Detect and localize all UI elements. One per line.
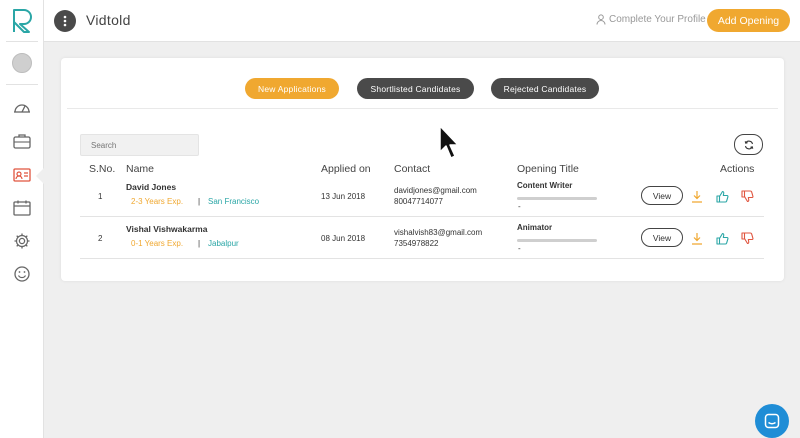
sidebar-divider [6,84,38,85]
contact-phone: 80047714077 [394,197,443,206]
experience: 0-1 Years Exp. [131,239,184,248]
menu-button[interactable] [54,10,76,32]
separator: | [198,197,201,206]
app-title: Vidtold [86,12,131,28]
score-value: - [518,244,521,253]
candidate-name[interactable]: Vishal Vishwakarma [126,224,207,234]
applications-card: New Applications Shortlisted Candidates … [61,58,784,281]
view-button[interactable]: View [641,228,683,247]
score-bar [517,239,597,242]
tab-shortlisted-candidates[interactable]: Shortlisted Candidates [357,78,474,99]
smiley-icon[interactable] [12,264,32,284]
score-bar [517,197,597,200]
sidebar [0,0,44,438]
id-card-icon[interactable] [12,165,32,185]
applied-date: 08 Jun 2018 [321,234,366,243]
download-icon[interactable] [690,189,704,203]
tab-rejected-candidates[interactable]: Rejected Candidates [491,78,599,99]
candidate-name[interactable]: David Jones [126,182,176,192]
thumbs-up-icon[interactable] [715,189,729,203]
applied-date: 13 Jun 2018 [321,192,366,201]
complete-profile-link[interactable]: Complete Your Profile [596,14,706,25]
search-input[interactable] [80,134,199,156]
opening-title: Animator [517,223,553,232]
view-button[interactable]: View [641,186,683,205]
row-sno: 2 [98,234,103,243]
header-applied-on: Applied on [321,163,371,175]
header-name: Name [126,163,155,175]
logo-icon[interactable] [11,8,33,34]
header-contact: Contact [394,163,431,175]
tabs-divider [67,108,778,109]
location: Jabalpur [208,239,239,248]
download-icon[interactable] [690,231,704,245]
opening-title: Content Writer [517,181,573,190]
experience: 2-3 Years Exp. [131,197,184,206]
contact-email: vishalvish83@gmail.com [394,228,483,237]
active-indicator [36,168,44,184]
header-sno: S.No. [89,163,116,175]
topbar: Vidtold Complete Your Profile Add Openin… [44,0,800,42]
sidebar-divider [6,41,38,42]
row-divider [80,258,764,259]
score-value: - [518,202,521,211]
briefcase-icon[interactable] [12,131,32,151]
thumbs-down-icon[interactable] [740,189,754,203]
gear-icon[interactable] [12,231,32,251]
avatar[interactable] [12,53,32,73]
chat-button[interactable] [755,404,789,438]
thumbs-down-icon[interactable] [740,231,754,245]
user-icon [596,14,606,25]
refresh-button[interactable] [734,134,763,155]
refresh-icon [744,140,753,149]
vertical-dots-icon [63,15,67,27]
row-divider [80,216,764,217]
contact-email: davidjones@gmail.com [394,186,477,195]
mouse-cursor-icon [438,124,460,162]
thumbs-up-icon[interactable] [715,231,729,245]
calendar-icon[interactable] [12,198,32,218]
header-opening-title: Opening Title [517,163,579,175]
header-actions: Actions [720,163,755,175]
location: San Francisco [208,197,260,206]
dashboard-icon[interactable] [12,98,32,118]
tab-new-applications[interactable]: New Applications [245,78,339,99]
chat-icon [764,413,780,429]
row-sno: 1 [98,192,103,201]
add-opening-button[interactable]: Add Opening [707,9,790,32]
contact-phone: 7354978822 [394,239,439,248]
complete-profile-label: Complete Your Profile [609,14,706,25]
separator: | [198,239,201,248]
